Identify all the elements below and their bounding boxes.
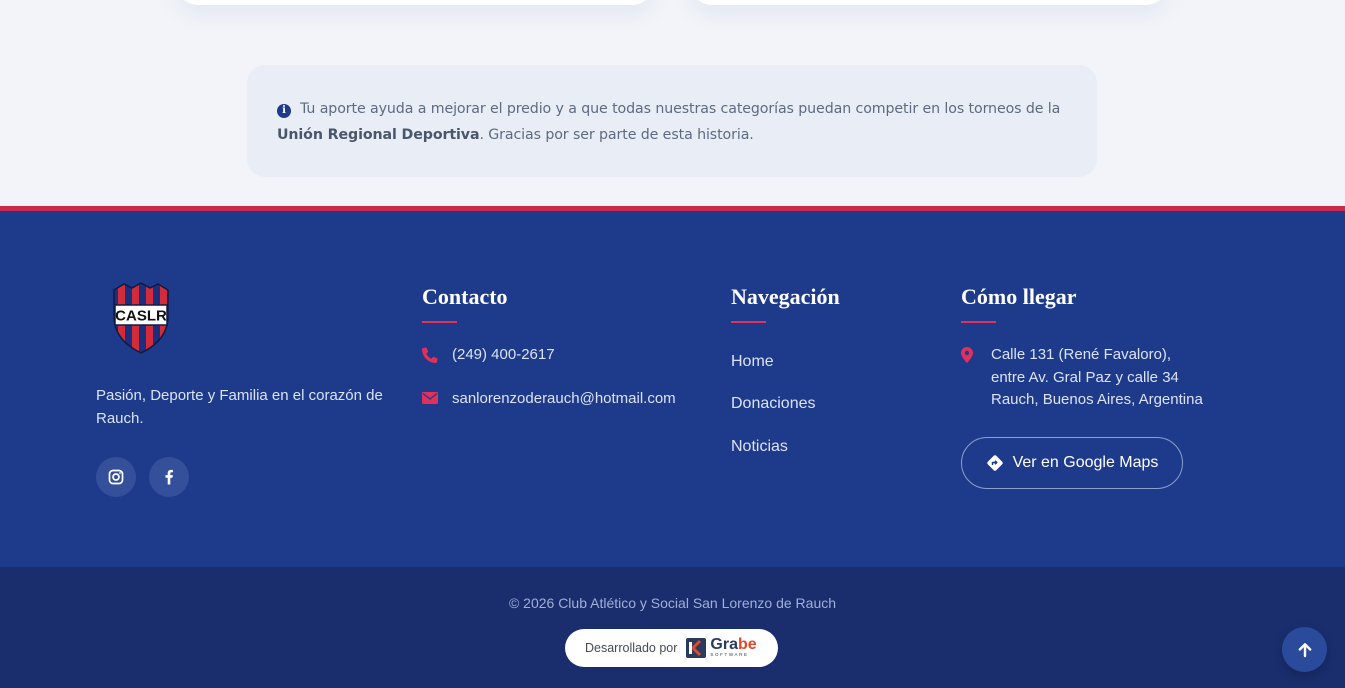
footer-tagline: Pasión, Deporte y Familia en el corazón …: [96, 387, 383, 427]
facebook-link[interactable]: [149, 457, 189, 497]
info-icon: i: [277, 104, 291, 118]
title-underline: [961, 321, 996, 323]
arrow-up-icon: [1298, 642, 1311, 657]
developer-badge[interactable]: Desarrollado por Grabe SOFTWARE: [565, 629, 778, 667]
contact-phone[interactable]: (249) 400-2617: [422, 346, 555, 363]
navigation-title: Navegación: [731, 284, 840, 309]
phone-number: (249) 400-2617: [452, 346, 555, 363]
club-logo[interactable]: CASLR: [110, 282, 172, 354]
svg-text:CASLR: CASLR: [115, 308, 167, 325]
scroll-to-top-button[interactable]: [1282, 627, 1327, 672]
info-notice: i Tu aporte ayuda a mejorar el predio y a…: [247, 65, 1097, 177]
contact-title: Contacto: [422, 284, 508, 309]
address-line: Calle 131 (René Favaloro),: [991, 346, 1172, 363]
donation-card: [690, 0, 1168, 5]
envelope-icon: [422, 391, 438, 407]
maps-button-label: Ver en Google Maps: [1012, 454, 1159, 471]
developed-by-label: Desarrollado por: [585, 641, 678, 655]
grabe-logo-icon: [686, 638, 707, 658]
address-line: Rauch, Buenos Aires, Argentina: [991, 391, 1203, 408]
directions-title: Cómo llegar: [961, 284, 1077, 309]
info-text: i Tu aporte ayuda a mejorar el predio y a…: [277, 101, 1061, 143]
nav-link-noticias[interactable]: Noticias: [731, 438, 788, 456]
developer-logo: Grabe SOFTWARE: [685, 637, 757, 659]
copyright-text: © 2026 Club Atlético y Social San Lorenz…: [508, 595, 837, 611]
address-line: entre Av. Gral Paz y calle 34: [991, 368, 1179, 386]
info-bold: Unión Regional Deportiva: [277, 127, 480, 143]
directions-icon: [986, 455, 1003, 471]
address-lines: Calle 131 (René Favaloro), entre Av. Gra…: [991, 344, 1203, 412]
instagram-icon: [108, 469, 124, 485]
contact-email[interactable]: sanlorenzoderauch@hotmail.com: [422, 390, 676, 407]
title-underline: [731, 321, 766, 323]
nav-link-home[interactable]: Home: [731, 353, 774, 371]
nav-link-donaciones[interactable]: Donaciones: [731, 395, 816, 413]
facebook-icon: [165, 469, 173, 485]
title-underline: [422, 321, 457, 323]
club-address: Calle 131 (René Favaloro), entre Av. Gra…: [961, 344, 1203, 412]
google-maps-button[interactable]: Ver en Google Maps: [961, 437, 1183, 489]
phone-icon: [422, 346, 438, 363]
donation-card: [176, 0, 654, 5]
location-pin-icon: [961, 347, 975, 412]
instagram-link[interactable]: [96, 457, 136, 497]
email-address: sanlorenzoderauch@hotmail.com: [452, 390, 676, 407]
footer-bottom-bar: [0, 567, 1345, 688]
